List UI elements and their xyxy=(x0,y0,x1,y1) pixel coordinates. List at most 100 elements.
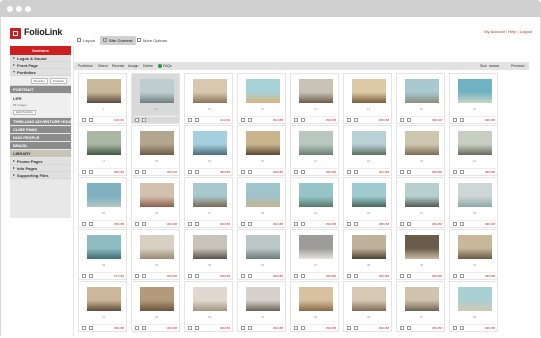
edit-icon[interactable] xyxy=(407,118,411,122)
edit-icon[interactable] xyxy=(89,326,93,330)
image-tile[interactable]: 29 396×88 xyxy=(290,177,339,228)
edit-icon[interactable] xyxy=(248,170,252,174)
edit-icon[interactable] xyxy=(142,170,146,174)
edit-icon[interactable] xyxy=(407,170,411,174)
thumbnail-image[interactable] xyxy=(193,131,227,155)
thumbnail-image[interactable] xyxy=(87,287,121,311)
edit-icon[interactable] xyxy=(142,326,146,330)
edit-icon[interactable] xyxy=(354,170,358,174)
select-checkbox[interactable] xyxy=(135,326,139,330)
select-checkbox[interactable] xyxy=(400,118,404,122)
select-checkbox[interactable] xyxy=(294,118,298,122)
select-checkbox[interactable] xyxy=(135,170,139,174)
thumbnail-image[interactable] xyxy=(405,183,439,207)
portfolio-dog-people[interactable]: DOG PEOPLE xyxy=(10,134,71,142)
image-tile[interactable]: 41 396×88 xyxy=(78,281,127,332)
image-tile[interactable]: 42 396×88 xyxy=(131,281,180,332)
image-tile[interactable]: 16 396×88 xyxy=(449,73,498,124)
sidebar-item-logos-sound[interactable]: Logos & Sound xyxy=(10,55,71,62)
select-checkbox[interactable] xyxy=(347,274,351,278)
image-tile[interactable]: 40 396×88 xyxy=(449,229,498,280)
select-checkbox[interactable] xyxy=(82,118,86,122)
select-checkbox[interactable] xyxy=(453,274,457,278)
thumbnail-image[interactable] xyxy=(458,287,492,311)
window-dot-icon[interactable] xyxy=(7,6,13,12)
thumbnail-image[interactable] xyxy=(193,235,227,259)
image-tile[interactable]: 38 396×88 xyxy=(343,229,392,280)
image-tile[interactable]: 47 396×88 xyxy=(396,281,445,332)
image-tile[interactable]: 23 396×88 xyxy=(396,125,445,176)
image-tile[interactable]: 12 391×88 xyxy=(237,73,286,124)
image-tile[interactable]: 24 396×88 xyxy=(449,125,498,176)
thumbnail-image[interactable] xyxy=(193,183,227,207)
edit-icon[interactable] xyxy=(89,170,93,174)
edit-icon[interactable] xyxy=(195,222,199,226)
select-checkbox[interactable] xyxy=(400,170,404,174)
thumbnail-image[interactable] xyxy=(458,183,492,207)
select-checkbox[interactable] xyxy=(453,326,457,330)
thumbnail-image[interactable] xyxy=(246,287,280,311)
edit-icon[interactable] xyxy=(142,222,146,226)
thumbnail-image[interactable] xyxy=(352,79,386,103)
edit-icon[interactable] xyxy=(354,222,358,226)
select-checkbox[interactable] xyxy=(135,118,139,122)
edit-icon[interactable] xyxy=(354,274,358,278)
thumbnail-image[interactable] xyxy=(299,131,333,155)
select-checkbox[interactable] xyxy=(400,274,404,278)
edit-icon[interactable] xyxy=(301,118,305,122)
toolbar-select[interactable]: Select xyxy=(98,62,108,70)
select-checkbox[interactable] xyxy=(135,222,139,226)
thumbnail-image[interactable] xyxy=(299,183,333,207)
image-tile[interactable]: 18 396×38 xyxy=(131,125,180,176)
reorder-button[interactable]: Reorder xyxy=(31,78,48,84)
edit-icon[interactable] xyxy=(142,274,146,278)
edit-icon[interactable] xyxy=(407,222,411,226)
thumbnail-image[interactable] xyxy=(87,131,121,155)
select-checkbox[interactable] xyxy=(241,118,245,122)
select-checkbox[interactable] xyxy=(347,222,351,226)
select-checkbox[interactable] xyxy=(188,170,192,174)
select-checkbox[interactable] xyxy=(294,170,298,174)
image-tile[interactable]: 17 386×88 xyxy=(78,125,127,176)
select-checkbox[interactable] xyxy=(135,274,139,278)
thumbnail-image[interactable] xyxy=(405,131,439,155)
image-tile[interactable]: 21 396×88 xyxy=(290,125,339,176)
select-checkbox[interactable] xyxy=(294,326,298,330)
edit-icon[interactable] xyxy=(407,326,411,330)
window-dot-icon[interactable] xyxy=(25,6,31,12)
select-checkbox[interactable] xyxy=(241,326,245,330)
thumbnail-image[interactable] xyxy=(246,131,280,155)
image-tile[interactable]: 46 396×88 xyxy=(343,281,392,332)
portfolio-library[interactable]: LIBRARY xyxy=(10,150,71,158)
help-link[interactable]: Help xyxy=(508,29,516,34)
thumbnail-image[interactable] xyxy=(352,287,386,311)
thumbnail-image[interactable] xyxy=(87,183,121,207)
portfolio-portrait[interactable]: PORTRAIT xyxy=(10,86,71,94)
thumbnail-image[interactable] xyxy=(140,131,174,155)
edit-icon[interactable] xyxy=(142,118,146,122)
preview-button[interactable]: Preview xyxy=(511,62,523,70)
edit-icon[interactable] xyxy=(89,222,93,226)
toolbar-delete[interactable]: Delete xyxy=(143,62,153,70)
thumbnail-image[interactable] xyxy=(140,183,174,207)
select-checkbox[interactable] xyxy=(188,222,192,226)
thumbnail-image[interactable] xyxy=(193,79,227,103)
thumbnail-image[interactable] xyxy=(246,183,280,207)
select-checkbox[interactable] xyxy=(241,170,245,174)
edit-portfolio-button[interactable]: Edit Portfolio xyxy=(13,110,37,115)
thumbnail-image[interactable] xyxy=(405,235,439,259)
select-checkbox[interactable] xyxy=(82,222,86,226)
edit-icon[interactable] xyxy=(460,118,464,122)
thumbnail-image[interactable] xyxy=(87,235,121,259)
select-checkbox[interactable] xyxy=(241,222,245,226)
image-tile[interactable]: 15 390×38 xyxy=(396,73,445,124)
edit-icon[interactable] xyxy=(460,326,464,330)
sidebar-item-front-page[interactable]: Front Page xyxy=(10,62,71,69)
edit-icon[interactable] xyxy=(460,170,464,174)
edit-icon[interactable] xyxy=(195,118,199,122)
image-tile[interactable]: 25 395×88 xyxy=(78,177,127,228)
image-tile[interactable]: 32 396×38 xyxy=(449,177,498,228)
image-tile[interactable]: 30 388×88 xyxy=(343,177,392,228)
select-checkbox[interactable] xyxy=(188,118,192,122)
edit-icon[interactable] xyxy=(248,118,252,122)
